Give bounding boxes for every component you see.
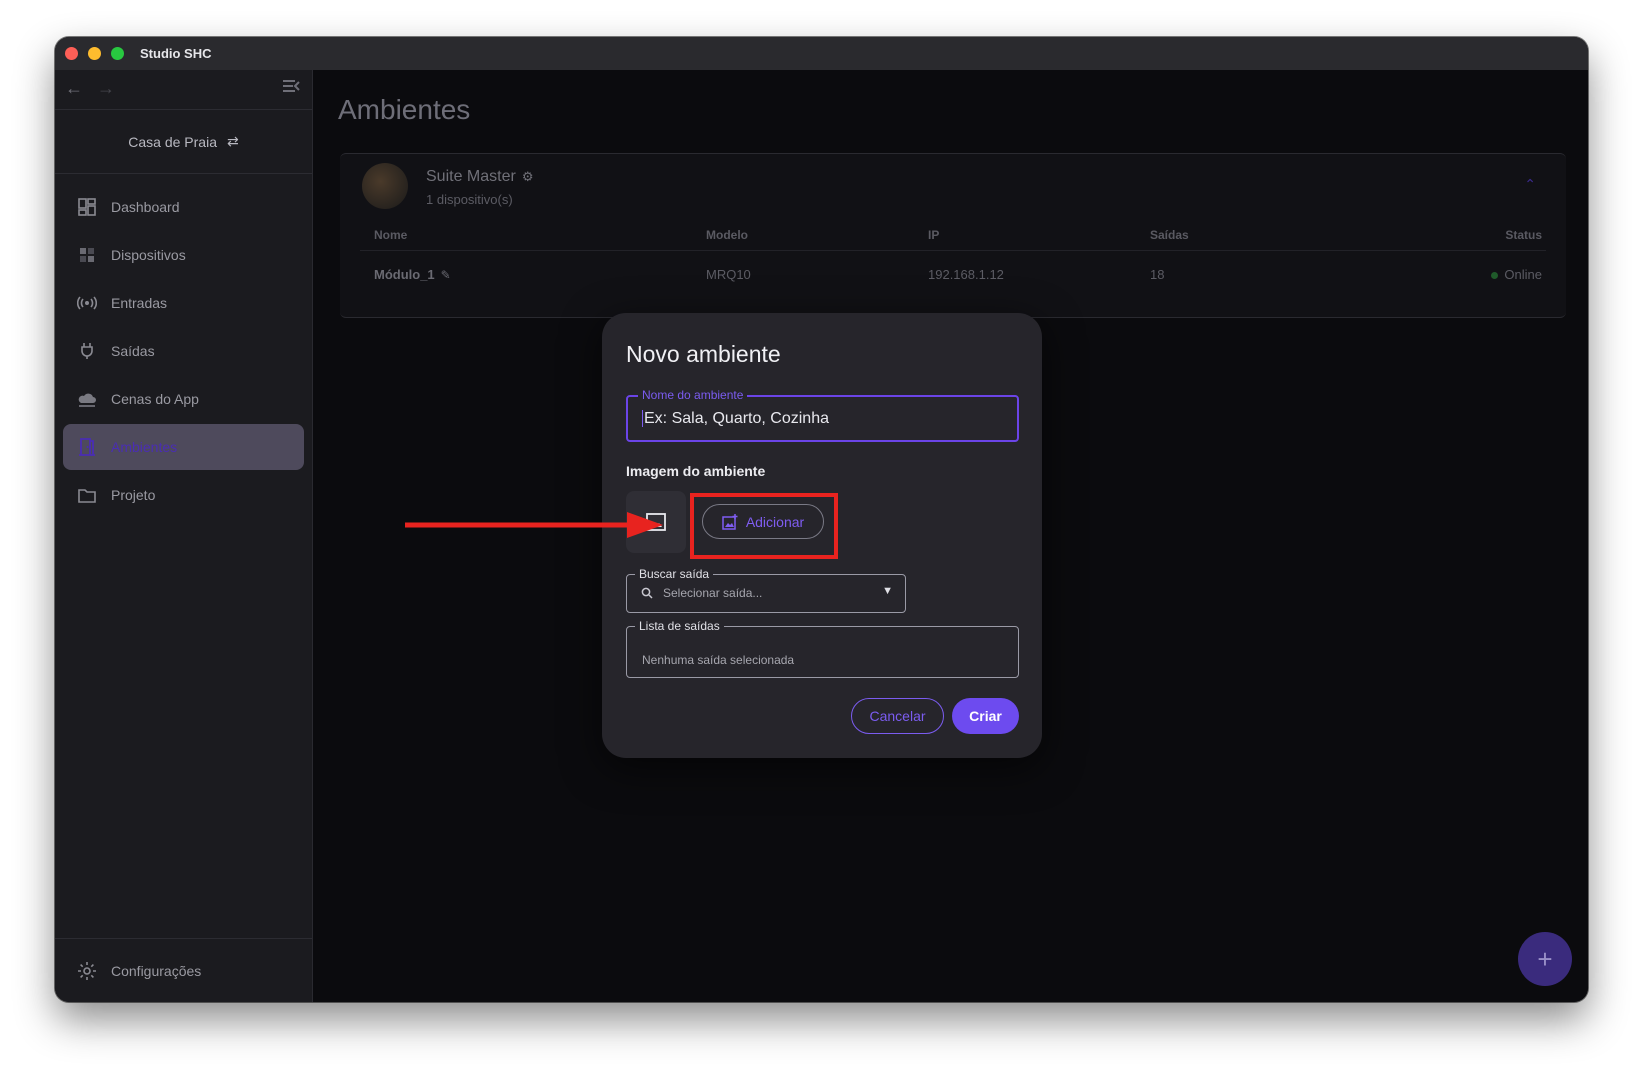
header-divider [360,250,1546,251]
settings-label: Configurações [111,962,202,979]
project-switcher[interactable]: Casa de Praia ⇄ [55,110,312,174]
swap-icon: ⇄ [226,133,239,149]
collapse-menu-icon[interactable] [282,78,302,99]
project-name: Casa de Praia [128,133,217,150]
sidebar-item-label: Dashboard [111,199,180,215]
sidebar-item-entradas[interactable]: Entradas [63,280,304,326]
status-text: Online [1504,267,1542,282]
plug-icon [81,343,93,359]
room-device-count: 1 dispositivo(s) [426,192,513,207]
room-name-field[interactable]: Nome do ambiente Ex: Sala, Quarto, Cozin… [626,388,1019,442]
new-room-dialog: Novo ambiente Nome do ambiente Ex: Sala,… [602,313,1042,758]
add-room-fab[interactable]: + [1518,932,1572,986]
page-title: Ambientes [338,94,471,125]
table-row-name: Módulo_1 ✎ [374,267,451,282]
output-search-field[interactable]: Buscar saída Selecionar saída... ▼ [626,567,906,613]
table-row-outputs: 18 [1150,267,1165,282]
column-header-outputs: Saídas [1150,228,1189,242]
sidebar-item-dispositivos[interactable]: Dispositivos [63,232,304,278]
status-dot [1491,272,1499,280]
gear-icon[interactable]: ⚙ [522,169,534,185]
gear-icon [78,961,96,980]
back-arrow-icon[interactable]: ← [65,78,83,99]
image-section-label: Imagem do ambiente [626,463,766,479]
column-header-ip: IP [928,228,940,242]
sensors-icon [77,296,97,310]
sidebar-item-projeto[interactable]: Projeto [63,472,304,518]
dialog-title: Novo ambiente [626,341,781,367]
sidebar-item-configuracoes[interactable]: Configurações [55,938,312,1002]
close-window-button[interactable] [65,47,78,60]
room-name-input[interactable]: Ex: Sala, Quarto, Cozinha [642,410,829,428]
door-icon [79,438,95,456]
sidebar: ← → Casa de Praia ⇄ Dashboard Dispositiv… [55,70,313,1002]
device-name: Módulo_1 [374,267,435,282]
annotation-arrow [405,512,663,538]
folder-icon [78,489,96,503]
room-name-text: Suite Master [426,168,516,185]
sidebar-item-label: Saídas [111,343,155,359]
sidebar-item-saidas[interactable]: Saídas [63,328,304,374]
create-button[interactable]: Criar [952,698,1019,734]
column-header-name: Nome [374,228,408,242]
dropdown-arrow-icon[interactable]: ▼ [882,585,893,597]
nav-bar: ← → [55,70,312,110]
table-row-status: Online [1491,267,1542,282]
maximize-window-button[interactable] [111,47,124,60]
sidebar-item-cenas-do-app[interactable]: Cenas do App [63,376,304,422]
column-header-model: Modelo [706,228,748,242]
forward-arrow-icon[interactable]: → [97,78,115,99]
search-icon [641,587,653,599]
dashboard-icon [78,198,96,216]
room-name-label: Nome do ambiente [638,388,748,402]
output-list-empty: Nenhuma saída selecionada [642,653,795,667]
output-list-label: Lista de saídas [635,619,724,633]
table-row-model: MRQ10 [706,267,751,282]
window-title: Studio SHC [140,46,212,61]
sidebar-item-label: Projeto [111,487,156,503]
cancel-button[interactable]: Cancelar [851,698,944,734]
room-name: Suite Master ⚙ [426,168,533,186]
sidebar-item-ambientes[interactable]: Ambientes [63,424,304,470]
cloud-icon [78,393,96,407]
output-search-placeholder: Selecionar saída... [663,586,763,600]
title-bar: Studio SHC [55,37,1588,70]
chevron-up-icon[interactable]: ⌃ [1524,176,1536,193]
room-avatar [362,163,408,209]
sidebar-item-label: Entradas [111,295,168,311]
sidebar-item-label: Ambientes [111,439,178,455]
sidebar-menu: Dashboard Dispositivos Entradas Saídas C… [55,174,312,518]
pencil-icon[interactable]: ✎ [441,268,451,282]
table-row-ip: 192.168.1.12 [928,267,1004,282]
room-name-placeholder: Ex: Sala, Quarto, Cozinha [644,410,829,427]
column-header-status: Status [1505,228,1542,242]
devices-icon [80,248,94,262]
output-search-input[interactable]: Selecionar saída... [641,586,762,600]
output-list-field: Lista de saídas Nenhuma saída selecionad… [626,619,1019,678]
room-card: Suite Master ⚙ 1 dispositivo(s) ⌃ Nome M… [340,153,1566,318]
sidebar-item-dashboard[interactable]: Dashboard [63,184,304,230]
minimize-window-button[interactable] [88,47,101,60]
sidebar-item-label: Dispositivos [111,247,186,263]
sidebar-item-label: Cenas do App [111,391,199,407]
output-search-label: Buscar saída [635,567,714,581]
annotation-highlight-box [690,493,838,559]
